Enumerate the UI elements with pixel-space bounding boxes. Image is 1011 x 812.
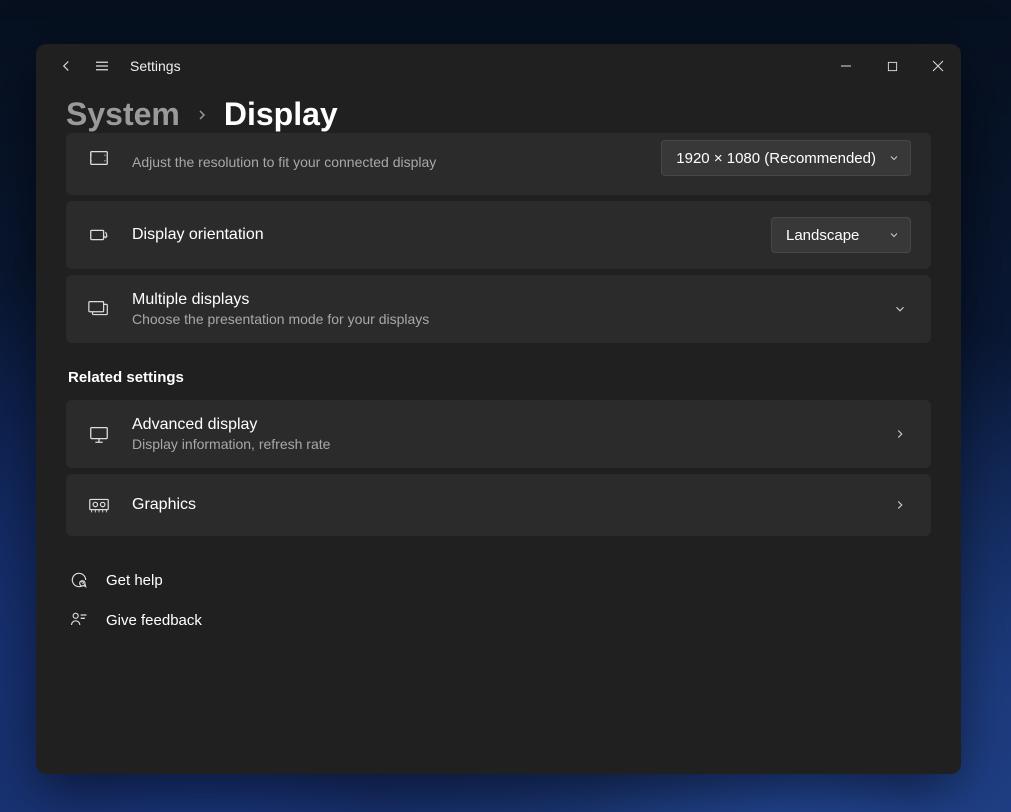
content-area: System Display Display resolution Adjust… [36, 88, 961, 774]
graphics-card-icon [86, 492, 112, 518]
breadcrumb-parent[interactable]: System [66, 96, 180, 133]
breadcrumb: System Display [66, 96, 931, 133]
titlebar: Settings [36, 44, 961, 88]
feedback-icon [68, 610, 90, 630]
setting-subtitle: Choose the presentation mode for your di… [132, 311, 873, 327]
help-icon [68, 570, 90, 590]
chevron-down-icon [888, 229, 900, 241]
chevron-down-icon [893, 302, 907, 316]
setting-title: Advanced display [132, 416, 873, 434]
app-title: Settings [130, 58, 181, 74]
minimize-button[interactable] [823, 50, 869, 82]
setting-advanced-display[interactable]: Advanced display Display information, re… [66, 400, 931, 468]
setting-title: Display orientation [132, 226, 751, 244]
chevron-right-icon [194, 107, 210, 123]
chevron-down-icon [888, 152, 900, 164]
monitor-icon [86, 421, 112, 447]
setting-graphics[interactable]: Graphics [66, 474, 931, 536]
hamburger-icon [93, 57, 111, 75]
setting-multiple-displays[interactable]: Multiple displays Choose the presentatio… [66, 275, 931, 343]
arrow-left-icon [57, 57, 75, 75]
link-label: Give feedback [106, 612, 202, 629]
nav-menu-button[interactable] [84, 48, 120, 84]
setting-subtitle: Display information, refresh rate [132, 436, 873, 452]
dropdown-value: Landscape [786, 227, 859, 244]
setting-display-orientation[interactable]: Display orientation Landscape [66, 201, 931, 269]
setting-title: Display resolution [132, 146, 641, 152]
chevron-right-icon [893, 427, 907, 441]
setting-display-resolution[interactable]: Display resolution Adjust the resolution… [66, 133, 931, 195]
settings-window: Settings System Display Display resoluti… [36, 44, 961, 774]
close-icon [932, 60, 944, 72]
minimize-icon [840, 60, 852, 72]
back-button[interactable] [48, 48, 84, 84]
link-give-feedback[interactable]: Give feedback [66, 600, 931, 640]
dropdown-value: 1920 × 1080 (Recommended) [676, 150, 876, 167]
section-related-settings: Related settings [68, 369, 931, 386]
setting-title: Multiple displays [132, 291, 873, 309]
setting-title: Graphics [132, 496, 873, 514]
chevron-right-icon [893, 498, 907, 512]
setting-subtitle: Adjust the resolution to fit your connec… [132, 154, 641, 170]
link-get-help[interactable]: Get help [66, 560, 931, 600]
maximize-button[interactable] [869, 50, 915, 82]
orientation-dropdown[interactable]: Landscape [771, 217, 911, 253]
maximize-icon [887, 61, 898, 72]
close-button[interactable] [915, 50, 961, 82]
resolution-dropdown[interactable]: 1920 × 1080 (Recommended) [661, 140, 911, 176]
multiple-displays-icon [86, 296, 112, 322]
orientation-icon [86, 222, 112, 248]
link-label: Get help [106, 572, 163, 589]
resolution-icon [86, 145, 112, 171]
breadcrumb-current: Display [224, 96, 338, 133]
